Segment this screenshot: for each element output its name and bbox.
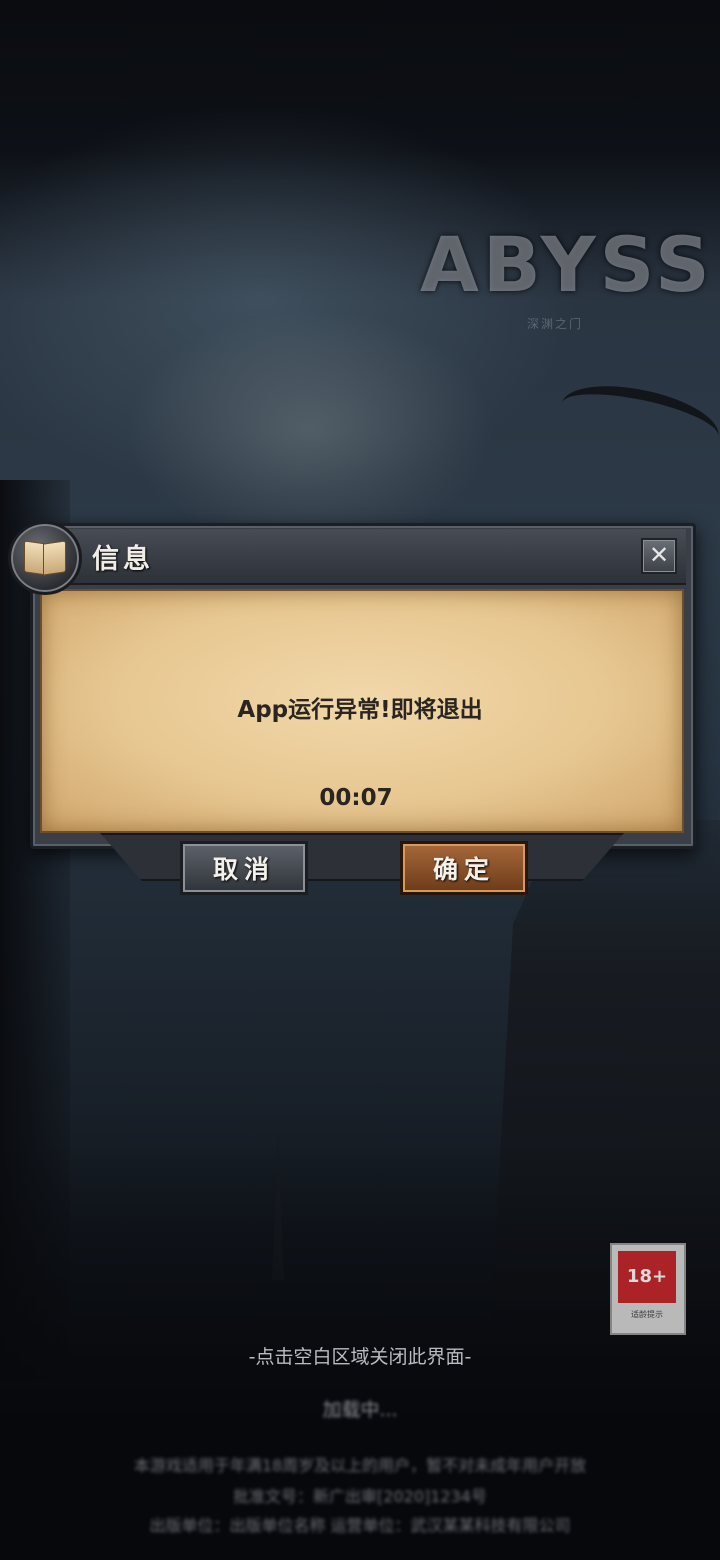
game-logo: ABYSS 深渊之门 — [420, 120, 714, 380]
logo-subtitle: 深渊之门 — [526, 317, 583, 331]
age-rating-label: 18+ — [618, 1251, 676, 1303]
legal-notice-line: 本游戏适用于年满18周岁及以上的用户，暂不对未成年用户开放 — [133, 1456, 587, 1475]
info-dialog: 信息 ✕ App运行异常!即将退出 00:07 取消 确定 — [0, 515, 720, 905]
book-icon — [8, 521, 82, 595]
age-rating-caption: 适龄提示 — [631, 1310, 663, 1319]
dialog-button-bar — [100, 833, 624, 881]
age-rating-badge: 18+ 适龄提示 — [610, 1243, 686, 1335]
legal-notice-line: 批准文号：新广出审[2020]1234号 — [233, 1487, 487, 1506]
confirm-button[interactable]: 确定 — [400, 841, 528, 895]
dialog-title: 信息 — [92, 544, 154, 575]
legal-notice-line: 出版单位：出版单位名称 运营单位：武汉某某科技有限公司 — [149, 1516, 571, 1535]
cancel-button[interactable]: 取消 — [180, 841, 308, 895]
dialog-message: App运行异常!即将退出 — [237, 697, 483, 723]
loading-text: 加载中... — [322, 1399, 398, 1421]
countdown-timer: 00:07 — [319, 785, 393, 811]
close-icon[interactable]: ✕ — [641, 538, 677, 574]
logo-text: ABYSS — [420, 220, 714, 309]
tap-to-close-hint: -点击空白区域关闭此界面- — [248, 1346, 472, 1368]
